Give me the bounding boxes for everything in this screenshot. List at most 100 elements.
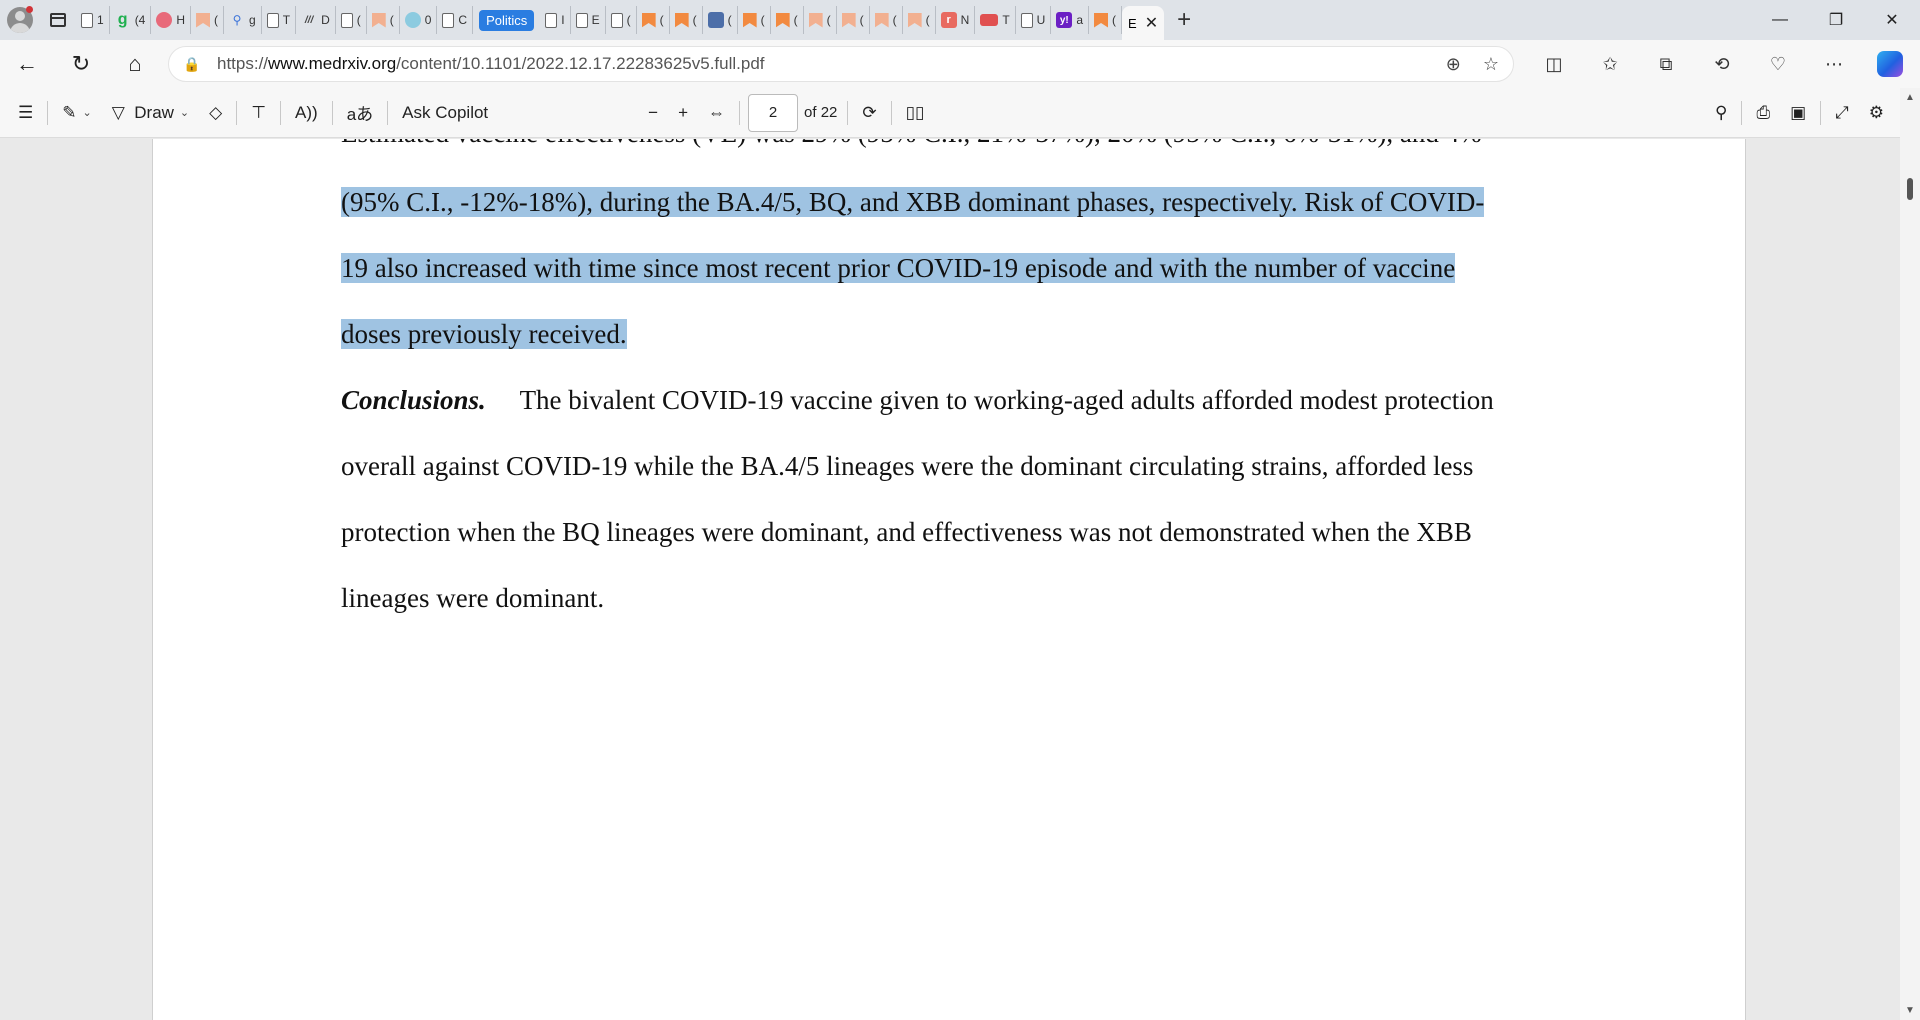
- highlight-button[interactable]: ✎ ⌄: [52, 88, 101, 138]
- collections-icon[interactable]: ⧉: [1638, 40, 1694, 88]
- browser-tab[interactable]: C: [437, 6, 474, 34]
- restore-button[interactable]: ❐: [1808, 0, 1864, 40]
- close-window-button[interactable]: ✕: [1864, 0, 1920, 40]
- page-number-input[interactable]: 2: [748, 93, 799, 132]
- browser-tab[interactable]: T: [262, 6, 297, 34]
- address-input[interactable]: 🔒 https://www.medrxiv.org/content/10.110…: [168, 46, 1514, 82]
- draw-button[interactable]: ▽ Draw ⌄: [102, 88, 199, 138]
- fit-to-width-button[interactable]: ⇔: [698, 88, 735, 138]
- profile-button[interactable]: [0, 0, 40, 40]
- home-button[interactable]: ⌂: [108, 40, 162, 88]
- minimize-button[interactable]: —: [1752, 0, 1808, 40]
- browser-tab[interactable]: I: [540, 6, 571, 34]
- lock-icon[interactable]: 🔒: [183, 56, 205, 73]
- pocket-favicon-icon: [156, 12, 173, 28]
- browser-tab[interactable]: U: [1016, 6, 1052, 34]
- translate-button[interactable]: aあ: [337, 88, 383, 138]
- doc-favicon-icon: [575, 12, 588, 28]
- refresh-button[interactable]: ↻: [54, 40, 108, 88]
- copilot-button[interactable]: [1862, 40, 1918, 88]
- bookmark-peach-favicon-icon: [808, 12, 823, 28]
- split-screen-icon[interactable]: ◫: [1526, 40, 1582, 88]
- browser-tab[interactable]: (: [367, 6, 400, 34]
- scrollbar-thumb[interactable]: [1907, 178, 1913, 200]
- rotate-icon: ⟳: [862, 102, 877, 122]
- ask-copilot-button[interactable]: Ask Copilot: [392, 88, 498, 138]
- fullscreen-button[interactable]: ⤢: [1825, 88, 1859, 138]
- browser-tab[interactable]: (: [670, 6, 703, 34]
- active-tab[interactable]: E ✕: [1122, 6, 1165, 40]
- zoom-out-button[interactable]: −: [638, 88, 668, 138]
- search-button[interactable]: ⚲: [1705, 88, 1737, 138]
- url-host: www.medrxiv.org: [268, 54, 397, 73]
- browser-tab[interactable]: 1: [76, 6, 110, 34]
- zoom-in-button[interactable]: +: [668, 88, 698, 138]
- add-text-button[interactable]: ⊤: [241, 88, 276, 138]
- browser-tab[interactable]: H: [151, 6, 192, 34]
- browser-tab[interactable]: (: [191, 6, 225, 34]
- page-total: of 22: [804, 104, 838, 121]
- browser-tab[interactable]: (: [903, 6, 936, 34]
- browser-tab[interactable]: ⚲ g: [224, 6, 262, 34]
- tab-label: (: [389, 13, 394, 27]
- body-line: lineages were dominant.: [341, 583, 605, 613]
- browser-tab[interactable]: /// D: [296, 6, 336, 34]
- favorite-star-icon[interactable]: ☆: [1483, 54, 1499, 75]
- browser-tab[interactable]: (: [1089, 6, 1123, 34]
- tab-label: C: [458, 13, 468, 27]
- performance-icon[interactable]: ♡: [1750, 40, 1806, 88]
- highlighter-icon: ✎: [62, 102, 77, 122]
- tab-label: H: [176, 13, 186, 27]
- tab-label: (: [892, 13, 897, 27]
- browser-tab[interactable]: (: [837, 6, 870, 34]
- rotate-button[interactable]: ⟳: [852, 88, 886, 138]
- tab-label: E: [591, 13, 600, 27]
- url-scheme: https://: [217, 54, 269, 73]
- favorites-icon[interactable]: ✩: [1582, 40, 1638, 88]
- read-aloud-button[interactable]: A)): [285, 88, 328, 138]
- scroll-up-arrow-icon[interactable]: ▲: [1905, 92, 1915, 103]
- browser-tab[interactable]: (: [606, 6, 637, 34]
- tab-label: U: [1036, 13, 1046, 27]
- tab-group-politics[interactable]: Politics: [479, 9, 535, 31]
- browser-tab[interactable]: 0: [400, 6, 438, 34]
- tab-label: (: [214, 13, 219, 27]
- browser-tab[interactable]: (: [738, 6, 771, 34]
- vertical-scrollbar[interactable]: ▲ ▼: [1900, 88, 1920, 1020]
- history-icon[interactable]: ⟲: [1694, 40, 1750, 88]
- translate-icon: aあ: [346, 105, 374, 124]
- body-line: protection when the BQ lineages were dom…: [341, 517, 1472, 547]
- tab-label: (: [760, 13, 765, 27]
- page-view-button[interactable]: ▯▯: [896, 88, 935, 138]
- browser-tab[interactable]: (: [336, 6, 367, 34]
- browser-tab[interactable]: (: [870, 6, 903, 34]
- settings-button[interactable]: ⚙: [1859, 88, 1894, 138]
- browser-tab[interactable]: E: [571, 6, 606, 34]
- browser-tab[interactable]: y! a: [1051, 6, 1090, 34]
- contents-button[interactable]: ☰: [8, 88, 43, 138]
- back-button[interactable]: ←: [0, 40, 54, 88]
- eraser-icon: ◇: [209, 102, 223, 122]
- browser-tab[interactable]: T: [975, 6, 1016, 34]
- erase-button[interactable]: ◇: [199, 88, 232, 138]
- close-tab-icon[interactable]: ✕: [1145, 13, 1158, 33]
- tab-label: T: [282, 13, 291, 27]
- scroll-down-arrow-icon[interactable]: ▼: [1905, 1005, 1915, 1016]
- window-controls: — ❐ ✕: [1752, 0, 1920, 40]
- browser-tab[interactable]: g (4: [110, 6, 152, 34]
- conclusions-line: Conclusions. The bivalent COVID-19 vacci…: [341, 380, 1561, 420]
- youtube-favicon-icon: [980, 14, 999, 26]
- browser-tab[interactable]: (: [804, 6, 837, 34]
- save-button[interactable]: ▣: [1780, 88, 1816, 138]
- browser-tab[interactable]: (: [703, 6, 738, 34]
- browser-tools: ◫ ✩ ⧉ ⟲ ♡ ⋯: [1526, 40, 1918, 88]
- tab-actions-button[interactable]: [40, 0, 76, 40]
- new-tab-button[interactable]: +: [1164, 6, 1204, 34]
- zoom-icon[interactable]: ⊕: [1446, 54, 1461, 75]
- print-button[interactable]: ⎙: [1746, 88, 1780, 138]
- bookmark-orange-favicon-icon: [775, 12, 790, 28]
- browser-tab[interactable]: (: [771, 6, 804, 34]
- browser-tab[interactable]: (: [637, 6, 670, 34]
- more-menu-icon[interactable]: ⋯: [1806, 40, 1862, 88]
- browser-tab[interactable]: rN: [936, 6, 976, 34]
